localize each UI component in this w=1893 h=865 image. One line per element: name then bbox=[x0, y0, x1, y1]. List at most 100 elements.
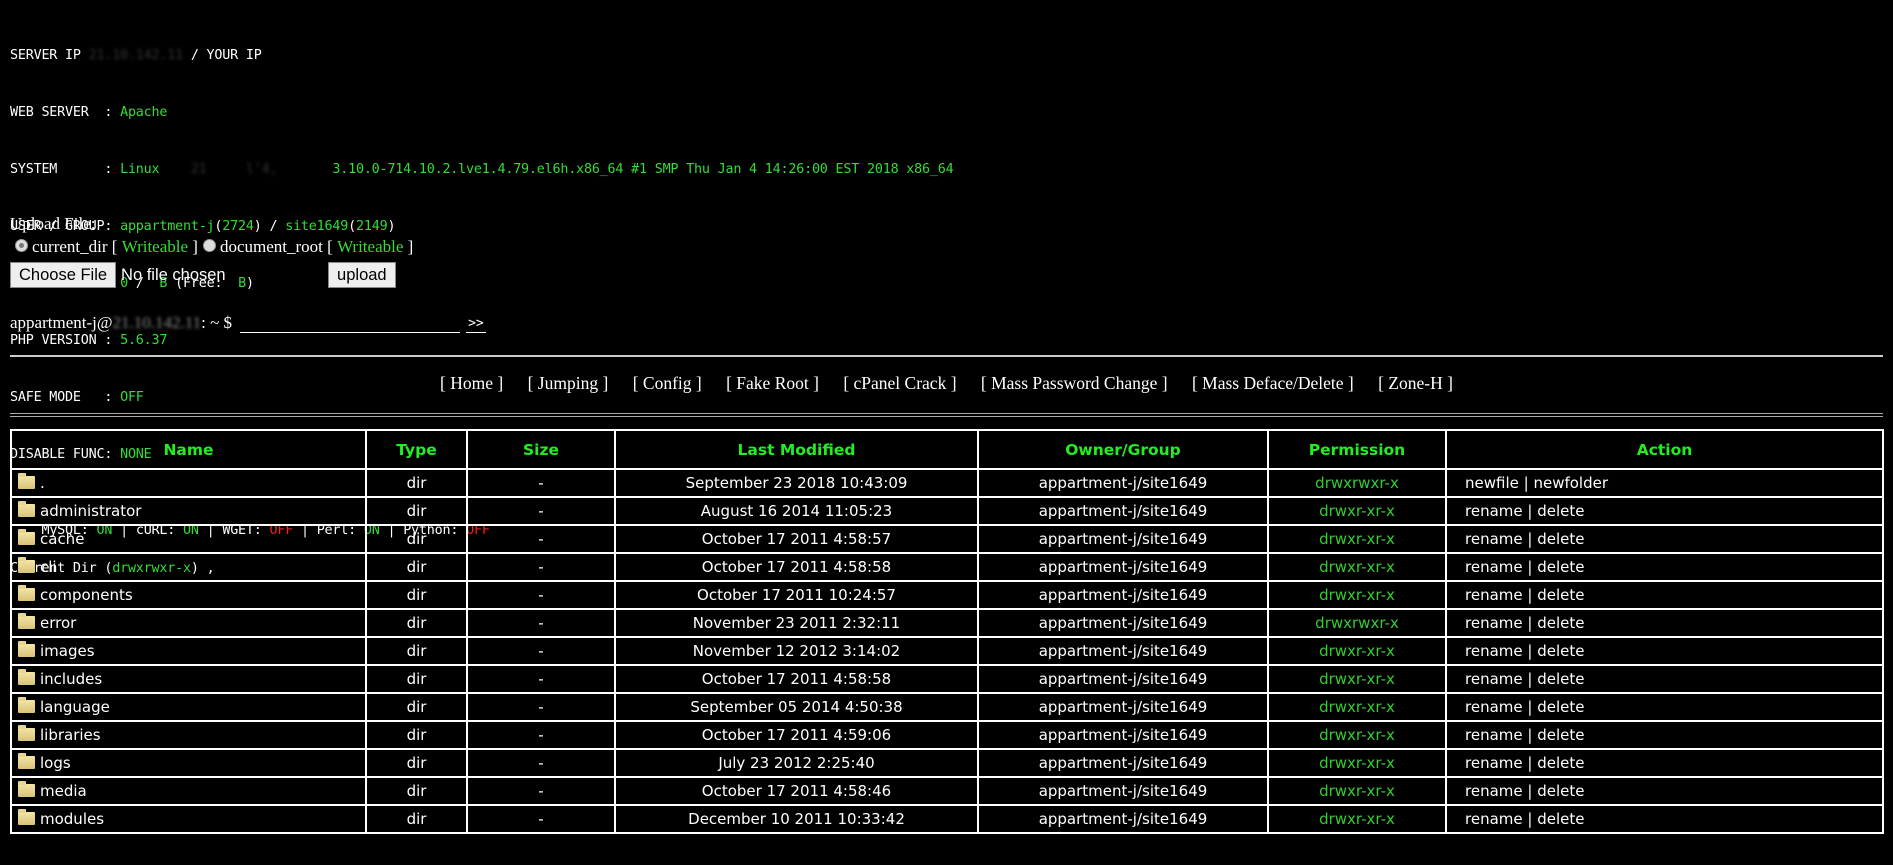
action-link-secondary[interactable]: delete bbox=[1537, 698, 1584, 716]
file-permission[interactable]: drwxrwxr-x bbox=[1267, 608, 1447, 638]
action-link-secondary[interactable]: delete bbox=[1537, 502, 1584, 520]
column-header-owner-group[interactable]: Owner/Group bbox=[977, 429, 1269, 470]
nav-cpanel-crack[interactable]: [ cPanel Crack ] bbox=[843, 373, 956, 393]
nav-mass-deface-delete[interactable]: [ Mass Deface/Delete ] bbox=[1192, 373, 1354, 393]
action-link-secondary[interactable]: delete bbox=[1537, 586, 1584, 604]
nav-zone-h[interactable]: [ Zone-H ] bbox=[1378, 373, 1453, 393]
file-permission[interactable]: drwxr-xr-x bbox=[1267, 720, 1447, 750]
action-link-secondary[interactable]: delete bbox=[1537, 726, 1584, 744]
column-header-size[interactable]: Size bbox=[466, 429, 616, 470]
file-name-link[interactable]: language bbox=[40, 698, 110, 716]
nav-home[interactable]: [ Home ] bbox=[440, 373, 503, 393]
action-link-primary[interactable]: rename bbox=[1465, 530, 1523, 548]
file-name-cell[interactable]: modules bbox=[10, 804, 367, 834]
action-link-secondary[interactable]: delete bbox=[1537, 810, 1584, 828]
action-link-primary[interactable]: rename bbox=[1465, 558, 1523, 576]
file-permission[interactable]: drwxr-xr-x bbox=[1267, 552, 1447, 582]
file-name-link[interactable]: includes bbox=[40, 670, 102, 688]
file-name-link[interactable]: components bbox=[40, 586, 133, 604]
nav-mass-password-change[interactable]: [ Mass Password Change ] bbox=[981, 373, 1168, 393]
action-link-secondary[interactable]: delete bbox=[1537, 782, 1584, 800]
column-header-permission[interactable]: Permission bbox=[1267, 429, 1447, 470]
permission-link[interactable]: drwxrwxr-x bbox=[1315, 474, 1399, 492]
permission-link[interactable]: drwxr-xr-x bbox=[1319, 530, 1395, 548]
action-link-primary[interactable]: rename bbox=[1465, 586, 1523, 604]
permission-link[interactable]: drwxr-xr-x bbox=[1319, 754, 1395, 772]
action-link-primary[interactable]: rename bbox=[1465, 502, 1523, 520]
file-name-cell[interactable]: cli bbox=[10, 552, 367, 582]
file-name-cell[interactable]: media bbox=[10, 776, 367, 806]
action-link-primary[interactable]: rename bbox=[1465, 698, 1523, 716]
file-name-cell[interactable]: images bbox=[10, 636, 367, 666]
permission-link[interactable]: drwxr-xr-x bbox=[1319, 586, 1395, 604]
file-permission[interactable]: drwxr-xr-x bbox=[1267, 636, 1447, 666]
upload-button[interactable]: upload bbox=[328, 262, 396, 288]
command-input[interactable] bbox=[240, 312, 461, 333]
file-permission[interactable]: drwxr-xr-x bbox=[1267, 664, 1447, 694]
file-permission[interactable]: drwxr-xr-x bbox=[1267, 748, 1447, 778]
permission-link[interactable]: drwxr-xr-x bbox=[1319, 726, 1395, 744]
file-name-cell[interactable]: includes bbox=[10, 664, 367, 694]
permission-link[interactable]: drwxr-xr-x bbox=[1319, 558, 1395, 576]
radio-document-root[interactable] bbox=[202, 238, 216, 252]
action-link-secondary[interactable]: delete bbox=[1537, 614, 1584, 632]
action-link-secondary[interactable]: delete bbox=[1537, 558, 1584, 576]
file-name-link[interactable]: modules bbox=[40, 810, 104, 828]
action-link-primary[interactable]: rename bbox=[1465, 726, 1523, 744]
permission-link[interactable]: drwxr-xr-x bbox=[1319, 642, 1395, 660]
file-permission[interactable]: drwxr-xr-x bbox=[1267, 496, 1447, 526]
file-permission[interactable]: drwxr-xr-x bbox=[1267, 580, 1447, 610]
column-header-type[interactable]: Type bbox=[365, 429, 468, 470]
permission-link[interactable]: drwxr-xr-x bbox=[1319, 670, 1395, 688]
file-name-cell[interactable]: . bbox=[10, 468, 367, 498]
permission-link[interactable]: drwxr-xr-x bbox=[1319, 502, 1395, 520]
file-name-cell[interactable]: error bbox=[10, 608, 367, 638]
action-link-primary[interactable]: rename bbox=[1465, 754, 1523, 772]
permission-link[interactable]: drwxr-xr-x bbox=[1319, 810, 1395, 828]
radio-current-dir[interactable] bbox=[15, 238, 28, 252]
file-name-cell[interactable]: logs bbox=[10, 748, 367, 778]
file-name-link[interactable]: error bbox=[40, 614, 76, 632]
column-header-name[interactable]: Name bbox=[10, 429, 367, 470]
file-permission[interactable]: drwxr-xr-x bbox=[1267, 524, 1447, 554]
command-submit-button[interactable]: >> bbox=[466, 316, 486, 333]
column-header-action[interactable]: Action bbox=[1445, 429, 1884, 470]
permission-link[interactable]: drwxrwxr-x bbox=[1315, 614, 1399, 632]
file-name-link[interactable]: . bbox=[40, 474, 45, 492]
action-link-primary[interactable]: rename bbox=[1465, 642, 1523, 660]
action-link-primary[interactable]: rename bbox=[1465, 810, 1523, 828]
nav-fake-root[interactable]: [ Fake Root ] bbox=[726, 373, 819, 393]
file-name-cell[interactable]: language bbox=[10, 692, 367, 722]
file-name-link[interactable]: administrator bbox=[40, 502, 141, 520]
file-name-link[interactable]: images bbox=[40, 642, 95, 660]
file-name-cell[interactable]: libraries bbox=[10, 720, 367, 750]
action-link-primary[interactable]: rename bbox=[1465, 670, 1523, 688]
file-name-cell[interactable]: administrator bbox=[10, 496, 367, 526]
action-link-secondary[interactable]: delete bbox=[1537, 754, 1584, 772]
file-name-link[interactable]: logs bbox=[40, 754, 71, 772]
nav-jumping[interactable]: [ Jumping ] bbox=[528, 373, 609, 393]
action-link-secondary[interactable]: newfolder bbox=[1533, 474, 1608, 492]
file-permission[interactable]: drwxr-xr-x bbox=[1267, 804, 1447, 834]
column-header-last-modified[interactable]: Last Modified bbox=[614, 429, 979, 470]
permission-link[interactable]: drwxr-xr-x bbox=[1319, 782, 1395, 800]
file-name-cell[interactable]: components bbox=[10, 580, 367, 610]
file-permission[interactable]: drwxr-xr-x bbox=[1267, 776, 1447, 806]
action-link-secondary[interactable]: delete bbox=[1537, 670, 1584, 688]
action-link-primary[interactable]: rename bbox=[1465, 782, 1523, 800]
permission-link[interactable]: drwxr-xr-x bbox=[1319, 698, 1395, 716]
file-last-modified: September 23 2018 10:43:09 bbox=[614, 468, 979, 498]
file-name-link[interactable]: libraries bbox=[40, 726, 101, 744]
file-name-cell[interactable]: cache bbox=[10, 524, 367, 554]
file-name-link[interactable]: media bbox=[40, 782, 87, 800]
file-name-link[interactable]: cache bbox=[40, 530, 84, 548]
action-link-secondary[interactable]: delete bbox=[1537, 642, 1584, 660]
action-link-primary[interactable]: newfile bbox=[1465, 474, 1519, 492]
nav-config[interactable]: [ Config ] bbox=[633, 373, 702, 393]
action-link-primary[interactable]: rename bbox=[1465, 614, 1523, 632]
action-link-secondary[interactable]: delete bbox=[1537, 530, 1584, 548]
file-permission[interactable]: drwxrwxr-x bbox=[1267, 468, 1447, 498]
file-name-link[interactable]: cli bbox=[40, 558, 57, 576]
choose-file-button[interactable]: Choose File bbox=[10, 262, 117, 288]
file-permission[interactable]: drwxr-xr-x bbox=[1267, 692, 1447, 722]
